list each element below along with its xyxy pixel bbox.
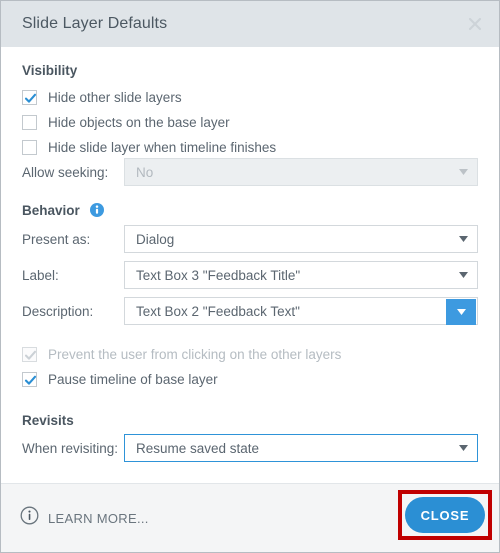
description-label: Description:	[22, 303, 94, 319]
checkbox-label: Prevent the user from clicking on the ot…	[48, 346, 342, 362]
checkbox-box[interactable]	[22, 371, 37, 387]
checkbox-pause-timeline-of-base-layer[interactable]: Pause timeline of base layer	[22, 370, 218, 388]
allow-seeking-dropdown: No	[124, 158, 478, 186]
present-as-value: Dialog	[136, 231, 175, 247]
field-allow-seeking: Allow seeking: No	[22, 158, 478, 186]
section-heading-behavior: Behavior	[22, 203, 104, 218]
checkmark-icon	[24, 350, 37, 360]
present-as-label: Present as:	[22, 231, 91, 247]
label-dropdown[interactable]: Text Box 3 "Feedback Title"	[124, 261, 478, 289]
description-dropdown[interactable]: Text Box 2 "Feedback Text"	[124, 297, 478, 325]
chevron-down-icon[interactable]	[449, 262, 477, 288]
field-description: Description: Text Box 2 "Feedback Text"	[22, 297, 478, 325]
field-present-as: Present as: Dialog	[22, 225, 478, 253]
when-revisiting-label: When revisiting:	[22, 440, 119, 456]
info-icon[interactable]	[89, 203, 104, 217]
learn-more-label: LEARN MORE...	[48, 510, 149, 526]
chevron-down-icon[interactable]	[449, 435, 477, 461]
section-heading-revisits: Revisits	[22, 413, 74, 428]
dialog-title: Slide Layer Defaults	[22, 15, 168, 32]
when-revisiting-value: Resume saved state	[136, 440, 260, 456]
visibility-heading-label: Visibility	[22, 63, 78, 78]
when-revisiting-dropdown[interactable]: Resume saved state	[124, 434, 478, 462]
checkbox-box[interactable]	[22, 114, 37, 130]
dialog-titlebar: Slide Layer Defaults	[1, 1, 499, 47]
checkbox-label: Hide slide layer when timeline finishes	[48, 139, 277, 155]
checkbox-hide-objects-on-base-layer[interactable]: Hide objects on the base layer	[22, 113, 230, 131]
close-icon[interactable]	[465, 14, 485, 34]
field-label: Label: Text Box 3 "Feedback Title"	[22, 261, 478, 289]
revisits-heading-label: Revisits	[22, 413, 74, 428]
learn-more-link[interactable]: LEARN MORE...	[20, 506, 149, 530]
checkbox-box[interactable]	[22, 139, 37, 155]
field-when-revisiting: When revisiting: Resume saved state	[22, 434, 478, 462]
checkbox-box[interactable]	[22, 89, 37, 105]
section-heading-visibility: Visibility	[22, 63, 77, 78]
checkmark-icon	[24, 375, 37, 385]
chevron-down-icon[interactable]	[449, 226, 477, 252]
chevron-down-icon	[449, 159, 477, 185]
checkbox-prevent-user-clicking-other-layers: Prevent the user from clicking on the ot…	[22, 345, 341, 363]
label-value: Text Box 3 "Feedback Title"	[136, 267, 301, 283]
allow-seeking-value: No	[136, 164, 154, 180]
behavior-heading-label: Behavior	[22, 203, 80, 218]
checkbox-label: Hide objects on the base layer	[48, 114, 230, 130]
present-as-dropdown[interactable]: Dialog	[124, 225, 478, 253]
checkbox-hide-slide-layer-when-timeline-finishes[interactable]: Hide slide layer when timeline finishes	[22, 138, 276, 156]
checkbox-label: Hide other slide layers	[48, 89, 182, 105]
description-value: Text Box 2 "Feedback Text"	[136, 303, 300, 319]
info-circle-icon	[20, 506, 39, 530]
dialog-body: Visibility Hide other slide layers Hide …	[1, 47, 499, 483]
checkmark-icon	[24, 93, 37, 103]
checkbox-box	[22, 346, 37, 362]
checkbox-hide-other-slide-layers[interactable]: Hide other slide layers	[22, 88, 182, 106]
checkbox-label: Pause timeline of base layer	[48, 371, 218, 387]
label-field-label: Label:	[22, 267, 59, 283]
allow-seeking-label: Allow seeking:	[22, 164, 109, 180]
chevron-down-icon[interactable]	[446, 299, 476, 325]
close-button[interactable]: CLOSE	[405, 497, 485, 533]
slide-layer-defaults-dialog: Slide Layer Defaults Visibility Hide oth…	[0, 0, 500, 553]
